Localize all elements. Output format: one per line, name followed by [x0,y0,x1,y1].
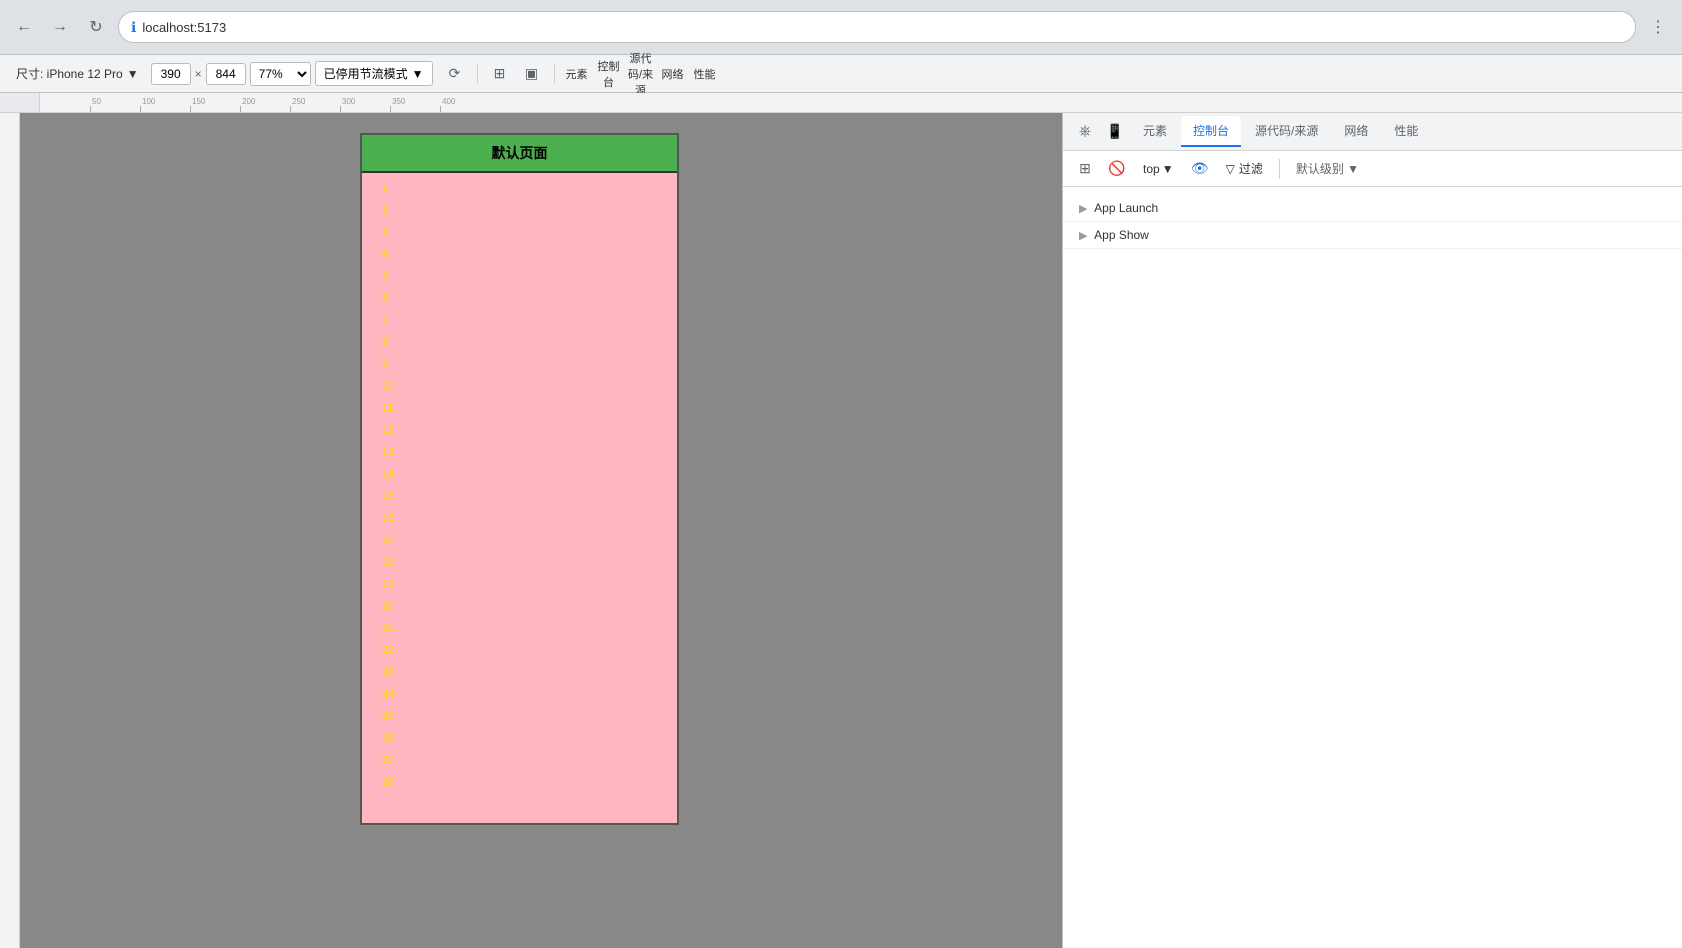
line-2: 2 [382,199,677,221]
sync-icon[interactable]: ⟳ [441,60,469,88]
phone-frame: 默认页面 1 2 3 4 5 6 7 8 9 10 11 12 13 14 15… [360,133,679,825]
phone-header: 默认页面 [362,135,677,173]
expand-icon: ▶ [1079,202,1087,215]
info-icon: ℹ [131,19,136,36]
tab-network[interactable]: 网络 [1332,116,1380,147]
line-12: 12 [382,419,677,441]
line-6: 6 [382,287,677,309]
console-item-label-2: App Show [1094,228,1149,242]
line-10: 10 [382,375,677,397]
line-27: 27 [382,749,677,771]
line-5: 5 [382,265,677,287]
devtools-content: ▶ App Launch ▶ App Show [1063,187,1682,948]
filter-label: 过滤 [1239,160,1263,177]
line-4: 4 [382,243,677,265]
line-23: 23 [382,661,677,683]
line-26: 26 [382,727,677,749]
phone-body: 1 2 3 4 5 6 7 8 9 10 11 12 13 14 15 16 1… [362,173,677,823]
subtab-separator [1279,159,1280,179]
line-17: 17 [382,529,677,551]
width-input-container [151,63,191,85]
zoom-select[interactable]: 77% 50% 75% 100% [250,62,311,86]
ruler-horizontal: 50 100 150 200 250 300 350 400 [40,93,1682,112]
line-28: 28 [382,771,677,793]
url-text: localhost:5173 [142,20,226,35]
console-settings-icon[interactable]: ⊞ [1071,155,1099,183]
address-bar[interactable]: ℹ localhost:5173 [118,11,1636,43]
ruler-vertical [0,113,20,948]
device-icon[interactable]: 📱 [1101,118,1129,146]
line-16: 16 [382,507,677,529]
forward-button[interactable]: → [46,13,74,41]
filter-funnel-icon: ▽ [1226,162,1235,176]
console-tab-icon[interactable]: 控制台 [595,60,623,88]
more-button[interactable]: ⋮ [1644,13,1672,41]
line-3: 3 [382,221,677,243]
line-20: 20 [382,595,677,617]
clear-console-icon[interactable]: 🚫 [1103,155,1131,183]
line-11: 11 [382,397,677,419]
expand-icon-2: ▶ [1079,229,1087,242]
sources-tab-icon[interactable]: 源代码/来源 [627,60,655,88]
height-input[interactable] [206,63,246,85]
main-area: 默认页面 1 2 3 4 5 6 7 8 9 10 11 12 13 14 15… [0,113,1682,948]
throttle-arrow-icon: ▼ [412,67,424,81]
context-arrow-icon: ▼ [1162,162,1174,176]
console-item-label: App Launch [1094,201,1158,215]
refresh-button[interactable]: ↻ [82,13,110,41]
line-13: 13 [382,441,677,463]
line-15: 15 [382,485,677,507]
tab-performance[interactable]: 性能 [1382,116,1430,147]
tab-sources[interactable]: 源代码/来源 [1243,116,1330,147]
browser-chrome: ← → ↻ ℹ localhost:5173 ⋮ [0,0,1682,55]
back-button[interactable]: ← [10,13,38,41]
ruler-corner [0,93,40,112]
elements-tab-icon[interactable]: 元素 [563,60,591,88]
devtools-tabs: ⎈ 📱 元素 控制台 源代码/来源 网络 性能 [1063,113,1682,151]
line-14: 14 [382,463,677,485]
devtools-toolbar: 尺寸: iPhone 12 Pro ▼ × 77% 50% 75% 100% 已… [0,55,1682,93]
devtools-subtabs: ⊞ 🚫 top ▼ 👁 ▽ 过滤 默认级别 ▼ [1063,151,1682,187]
line-25: 25 [382,705,677,727]
split-icon[interactable]: ▣ [518,60,546,88]
inspect-icon[interactable]: ⎈ [1071,118,1099,146]
line-24: 24 [382,683,677,705]
context-dropdown[interactable]: top ▼ [1135,159,1182,179]
console-item-launch[interactable]: ▶ App Launch [1063,195,1682,222]
devtools-panel: ⎈ 📱 元素 控制台 源代码/来源 网络 性能 ⊞ 🚫 top [1062,113,1682,948]
toolbar-separator2 [554,64,555,84]
line-21: 21 [382,617,677,639]
line-22: 22 [382,639,677,661]
line-18: 18 [382,551,677,573]
line-1: 1 [382,177,677,199]
filter-button[interactable]: ▽ 过滤 [1218,157,1271,180]
device-arrow-icon: ▼ [127,67,139,81]
ruler-row: 50 100 150 200 250 300 350 400 [0,93,1682,113]
height-input-container [206,63,246,85]
network-tab-icon[interactable]: 网络 [659,60,687,88]
tab-elements[interactable]: 元素 [1131,116,1179,147]
eye-icon[interactable]: 👁 [1186,155,1214,183]
line-19: 19 [382,573,677,595]
console-item-show[interactable]: ▶ App Show [1063,222,1682,249]
viewport-area: 默认页面 1 2 3 4 5 6 7 8 9 10 11 12 13 14 15… [0,113,1062,948]
line-7: 7 [382,309,677,331]
device-selector[interactable]: 尺寸: iPhone 12 Pro ▼ [8,61,147,86]
toolbar-separator [477,64,478,84]
dim-separator: × [195,67,202,81]
throttle-label: 已停用节流模式 [324,65,408,82]
width-input[interactable] [151,63,191,85]
device-label: 尺寸: iPhone 12 Pro [16,65,123,82]
line-8: 8 [382,331,677,353]
throttle-button[interactable]: 已停用节流模式 ▼ [315,61,433,86]
tab-console[interactable]: 控制台 [1181,116,1241,147]
performance-tab-icon[interactable]: 性能 [691,60,719,88]
panel-toggle-icon[interactable]: ⊞ [486,60,514,88]
category-label[interactable]: 默认级别 ▼ [1288,160,1367,177]
page-title: 默认页面 [492,145,548,161]
line-9: 9 [382,353,677,375]
top-label: top [1143,162,1160,176]
